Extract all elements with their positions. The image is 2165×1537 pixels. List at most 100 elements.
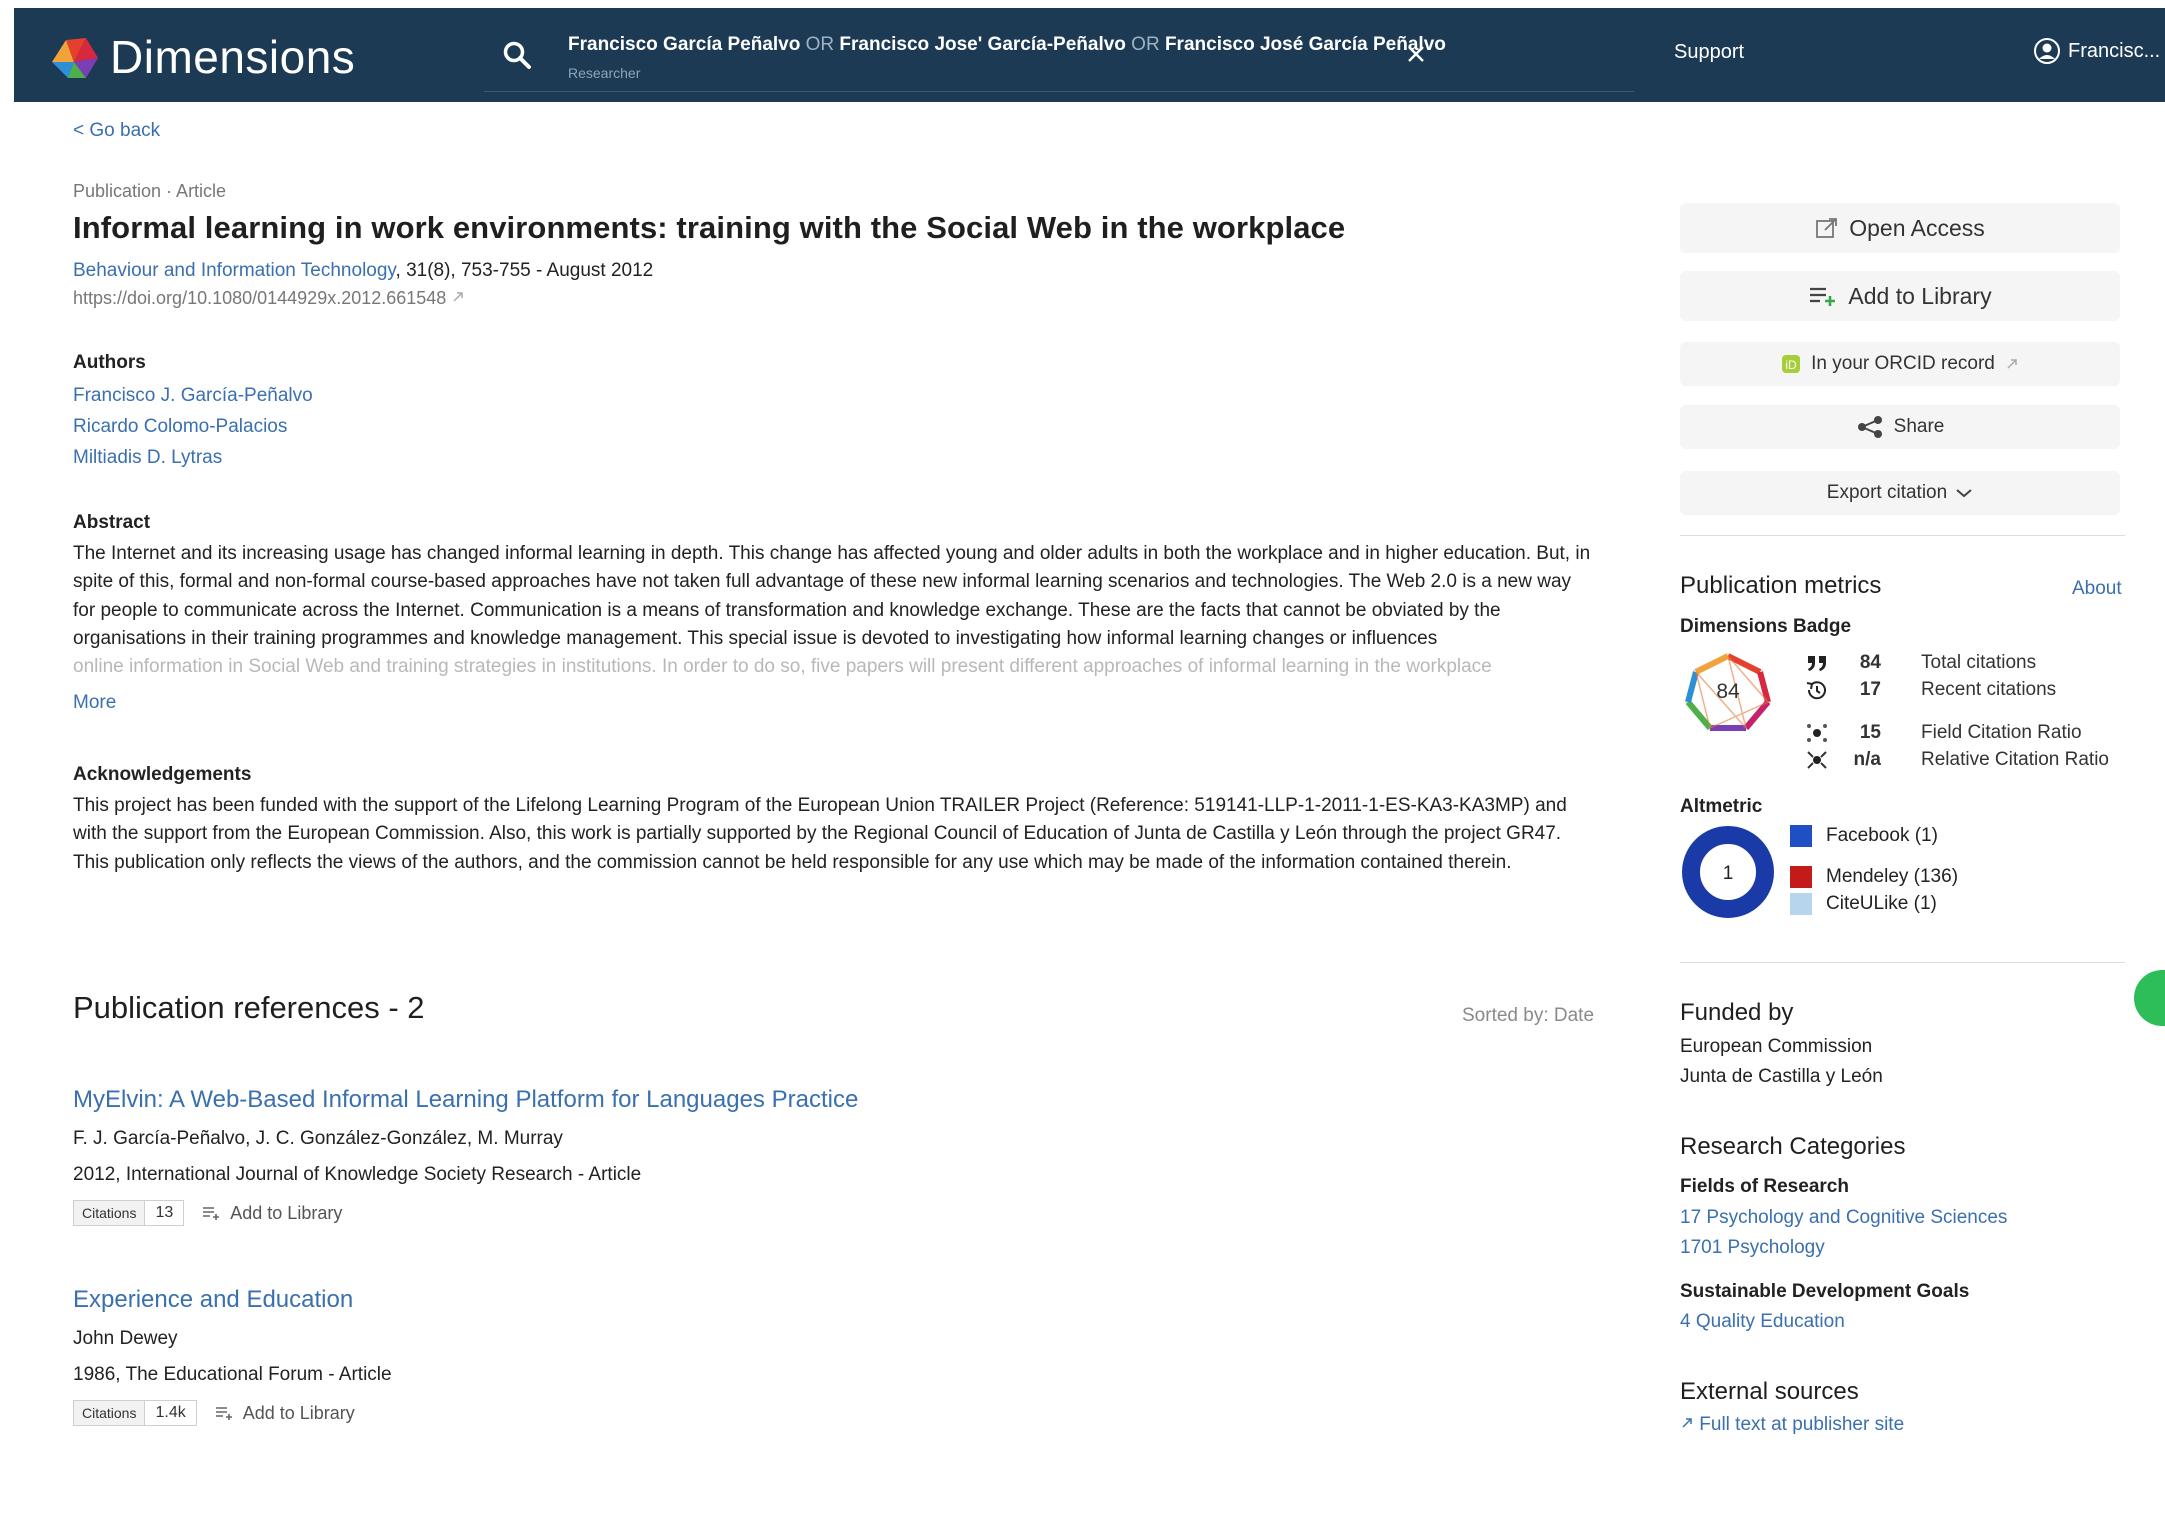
- orcid-icon: iD: [1782, 355, 1801, 373]
- references-heading: Publication references - 2: [73, 990, 425, 1025]
- dimensions-logo-icon: [52, 38, 98, 78]
- svg-text:iD: iD: [1785, 358, 1797, 372]
- chat-widget-button[interactable]: [2134, 970, 2165, 1026]
- add-to-library-label: Add to Library: [1848, 282, 1992, 309]
- metric-label: Relative Citation Ratio: [1921, 749, 2109, 770]
- search-operator: OR: [1131, 34, 1160, 55]
- reference-meta: 1986, The Educational Forum - Article: [73, 1364, 392, 1385]
- user-menu[interactable]: Francisc...: [2034, 38, 2160, 64]
- altmetric-source-citeulike: CiteULike (1): [1790, 893, 1937, 915]
- reference-title-link[interactable]: Experience and Education: [73, 1286, 353, 1313]
- doi-text: https://doi.org/10.1080/0144929x.2012.66…: [73, 288, 447, 308]
- author-link[interactable]: Miltiadis D. Lytras: [73, 442, 313, 473]
- acknowledgements-text: This project has been funded with the su…: [73, 795, 1567, 873]
- search-bar[interactable]: Francisco García Peñalvo OR Francisco Jo…: [484, 20, 1634, 92]
- support-link[interactable]: Support: [1674, 41, 1744, 64]
- metric-value: 15: [1859, 722, 1881, 743]
- metric-total-citations: 84 Total citations: [1805, 652, 2036, 674]
- author-link[interactable]: Ricardo Colomo-Palacios: [73, 411, 313, 442]
- search-operator: OR: [805, 34, 835, 55]
- author-link[interactable]: Francisco J. García-Peñalvo: [73, 380, 313, 411]
- metrics-heading: Publication metrics: [1680, 572, 1882, 599]
- citeulike-swatch: [1790, 893, 1812, 915]
- altmetric-heading: Altmetric: [1680, 796, 1763, 817]
- altmetric-source-mendeley: Mendeley (136): [1790, 866, 1958, 888]
- funded-by-heading: Funded by: [1680, 999, 1794, 1026]
- citations-button[interactable]: Citations: [73, 1200, 146, 1226]
- add-to-library-button[interactable]: Add to Library: [1680, 271, 2120, 321]
- add-to-library-icon: [215, 1407, 232, 1420]
- divider: [1680, 962, 2125, 963]
- citations-count: 1.4k: [145, 1400, 197, 1426]
- external-sources-heading: External sources: [1680, 1378, 1859, 1405]
- history-icon: [1806, 681, 1826, 700]
- doi-link[interactable]: https://doi.org/10.1080/0144929x.2012.66…: [73, 288, 465, 309]
- about-metrics-link[interactable]: About: [2072, 578, 2122, 600]
- metric-label: Field Citation Ratio: [1921, 722, 2082, 743]
- search-query[interactable]: Francisco García Peñalvo OR Francisco Jo…: [568, 34, 1446, 56]
- sdg-link[interactable]: 4 Quality Education: [1680, 1311, 1845, 1333]
- publisher-full-text-link[interactable]: Full text at publisher site: [1680, 1414, 1904, 1436]
- user-avatar-icon: [2034, 38, 2060, 64]
- dimensions-logo[interactable]: Dimensions: [46, 30, 355, 84]
- add-to-library-link[interactable]: Add to Library: [215, 1403, 355, 1424]
- altmetric-donut-icon[interactable]: 1: [1680, 824, 1776, 920]
- orcid-button[interactable]: iD In your ORCID record: [1680, 342, 2120, 386]
- metric-relative-citation-ratio: n/a Relative Citation Ratio: [1805, 749, 2109, 771]
- app-name: Dimensions: [110, 31, 356, 83]
- share-button[interactable]: Share: [1680, 405, 2120, 449]
- altmetric-source-label: Facebook (1): [1826, 825, 1938, 846]
- field-of-research-link[interactable]: 17 Psychology and Cognitive Sciences: [1680, 1207, 2007, 1229]
- sort-control[interactable]: Sorted by: Date: [1462, 1005, 1594, 1027]
- dimensions-badge-heading: Dimensions Badge: [1680, 616, 1852, 637]
- external-link-icon: [2007, 359, 2017, 369]
- mendeley-swatch: [1790, 866, 1812, 888]
- journal-link[interactable]: Behaviour and Information Technology: [73, 260, 396, 281]
- metric-value: 84: [1859, 652, 1881, 673]
- research-categories-heading: Research Categories: [1680, 1133, 1906, 1160]
- altmetric-score: 1: [1723, 863, 1734, 884]
- facebook-swatch: [1790, 825, 1812, 847]
- metric-value: n/a: [1853, 749, 1881, 770]
- abstract-faded-text: online information in Social Web and tra…: [73, 656, 1492, 677]
- add-to-library-icon: [1810, 287, 1836, 306]
- abstract-more-link[interactable]: More: [73, 692, 116, 714]
- field-of-research-link[interactable]: 1701 Psychology: [1680, 1237, 1825, 1259]
- search-term: Francisco García Peñalvo: [568, 34, 801, 55]
- share-icon: [1857, 416, 1882, 438]
- export-citation-dropdown[interactable]: Export citation: [1680, 471, 2120, 515]
- author-list: Francisco J. García-Peñalvo Ricardo Colo…: [73, 380, 313, 473]
- sdg-heading: Sustainable Development Goals: [1680, 1281, 1970, 1302]
- open-access-button[interactable]: Open Access: [1680, 203, 2120, 253]
- authors-heading: Authors: [73, 352, 146, 373]
- field-ratio-icon: [1807, 724, 1827, 742]
- add-to-library-icon: [203, 1207, 220, 1220]
- metric-value: 17: [1859, 679, 1881, 700]
- reference-title-link[interactable]: MyElvin: A Web-Based Informal Learning P…: [73, 1086, 858, 1113]
- user-name: Francisc...: [2068, 39, 2161, 62]
- altmetric-source-label: Mendeley (136): [1826, 866, 1959, 887]
- altmetric-source-label: CiteULike (1): [1826, 893, 1937, 914]
- citations-count: 13: [145, 1200, 185, 1226]
- top-navigation-bar: Dimensions Francisco García Peñalvo OR F…: [14, 8, 2165, 102]
- chevron-down-icon: [1956, 489, 1972, 498]
- go-back-link[interactable]: < Go back: [73, 120, 160, 142]
- share-label: Share: [1893, 416, 1945, 437]
- metric-recent-citations: 17 Recent citations: [1805, 679, 2056, 701]
- funder-item: European Commission: [1680, 1036, 1873, 1057]
- reference-actions: Citations 1.4k Add to Library: [73, 1400, 1373, 1426]
- open-access-label: Open Access: [1849, 214, 1985, 241]
- reference-meta: 2012, International Journal of Knowledge…: [73, 1164, 642, 1185]
- publisher-link-label: Full text at publisher site: [1699, 1414, 1905, 1435]
- add-to-library-link[interactable]: Add to Library: [202, 1203, 342, 1224]
- search-icon[interactable]: [502, 40, 532, 70]
- citations-button[interactable]: Citations: [73, 1400, 146, 1426]
- relative-ratio-icon: [1807, 751, 1827, 769]
- export-citation-label: Export citation: [1826, 482, 1948, 503]
- close-icon[interactable]: [1404, 42, 1428, 66]
- fields-of-research-heading: Fields of Research: [1680, 1176, 1849, 1197]
- quote-icon: [1808, 656, 1826, 671]
- abstract-text: The Internet and its increasing usage ha…: [73, 543, 1591, 650]
- publication-type: Publication · Article: [73, 181, 227, 201]
- acknowledgements-heading: Acknowledgements: [73, 764, 252, 785]
